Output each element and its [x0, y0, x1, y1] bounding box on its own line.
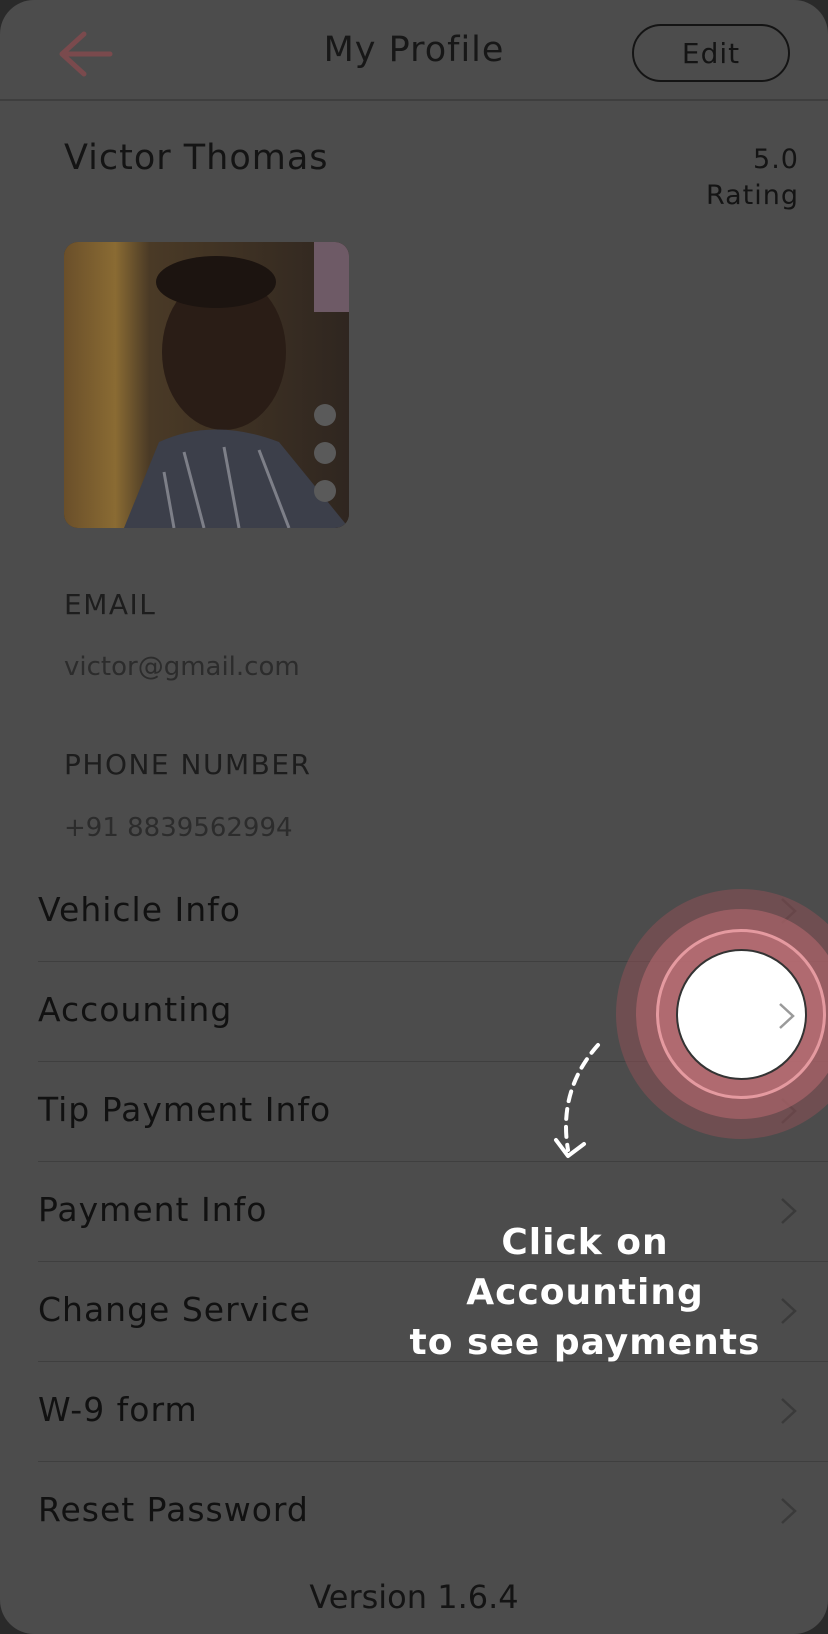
menu-item-label: Tip Payment Info [38, 1090, 332, 1129]
email-label: EMAIL [64, 588, 157, 621]
chevron-right-icon [779, 1003, 795, 1029]
profile-name: Victor Thomas [64, 138, 329, 178]
avatar-image [64, 242, 349, 528]
menu-item-label: Payment Info [38, 1190, 268, 1229]
spotlight-target[interactable] [676, 949, 807, 1080]
tutorial-hint: Click on Accounting to see payments [380, 1218, 790, 1368]
chevron-right-icon [781, 1398, 797, 1424]
menu-item-reset-password[interactable]: Reset Password [38, 1462, 828, 1562]
app-version: Version 1.6.4 [309, 1578, 519, 1616]
menu-item-label: Reset Password [38, 1490, 309, 1529]
phone-value: +91 8839562994 [64, 813, 293, 843]
menu-item-label: W-9 form [38, 1390, 198, 1429]
rating: 5.0 Rating [706, 142, 799, 214]
profile-photo[interactable] [64, 242, 349, 528]
header-bar: My Profile Edit [0, 0, 828, 101]
chevron-right-icon [781, 1498, 797, 1524]
menu-item-label: Accounting [38, 990, 233, 1029]
email-value: victor@gmail.com [64, 652, 300, 682]
phone-label: PHONE NUMBER [64, 748, 312, 781]
menu-item-label: Vehicle Info [38, 890, 241, 929]
hint-line-2: to see payments [409, 1322, 761, 1363]
hint-line-1: Click on Accounting [466, 1222, 704, 1313]
hint-arrow-icon [554, 1043, 600, 1158]
profile-screen: My Profile Edit Victor Thomas 5.0 Rating [0, 0, 828, 1634]
edit-button[interactable]: Edit [632, 24, 790, 82]
menu-item-w9-form[interactable]: W-9 form [38, 1362, 828, 1462]
rating-value: 5.0 [753, 144, 799, 175]
menu-item-label: Change Service [38, 1290, 311, 1329]
rating-label: Rating [705, 180, 799, 211]
